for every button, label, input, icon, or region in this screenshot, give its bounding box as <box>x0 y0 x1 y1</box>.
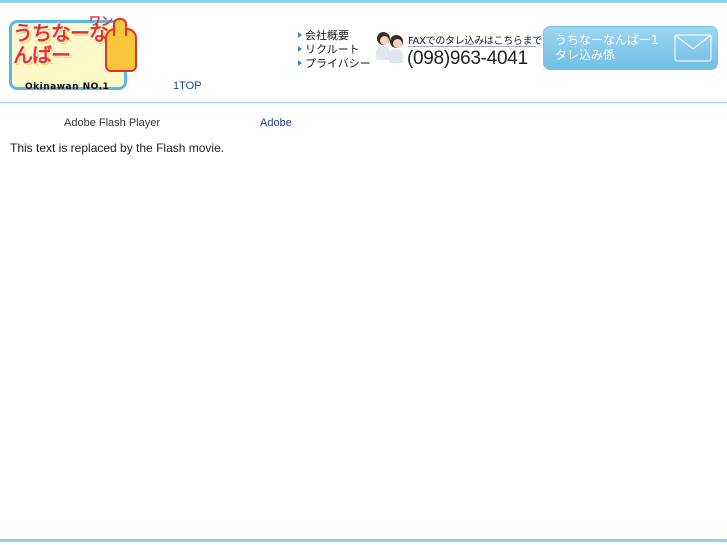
tip-submit-button[interactable]: うちなーなんばー1 タレ込み係 <box>543 26 718 70</box>
fax-contact: FAXでのタレ込みはこちらまで (098)963-4041 <box>375 30 543 72</box>
nav-item-label: プライバシー <box>305 58 371 70</box>
logo-wan-text: ワン <box>89 14 114 28</box>
site-logo[interactable]: うちなーなんばー ワン Okinawan NO.1 <box>9 8 137 94</box>
arrow-right-icon <box>298 60 302 66</box>
nav-item-recruit[interactable]: リクルート <box>298 43 371 57</box>
nav-item-privacy[interactable]: プライバシー <box>298 57 371 71</box>
fax-caption: FAXでのタレ込みはこちらまで <box>408 36 543 47</box>
nav-item-label: 会社概要 <box>305 30 349 42</box>
flash-placeholder-text: This text is replaced by the Flash movie… <box>10 141 225 155</box>
adobe-link[interactable]: Adobe <box>260 117 292 129</box>
top-border <box>0 0 727 3</box>
arrow-right-icon <box>298 32 302 38</box>
tip-submit-line1: うちなーなんばー1 <box>555 33 659 47</box>
fax-number: (098)963-4041 <box>407 48 528 69</box>
flash-player-label: Adobe Flash Player <box>64 117 160 129</box>
top-link[interactable]: 1TOP <box>173 80 202 92</box>
header-divider <box>0 102 727 103</box>
tip-submit-label: うちなーなんばー1 タレ込み係 <box>555 33 685 63</box>
bottom-border <box>0 539 727 542</box>
envelope-icon <box>674 34 712 62</box>
nav-item-label: リクルート <box>305 44 360 56</box>
tip-submit-line2: タレ込み係 <box>555 48 616 62</box>
thumbs-up-icon <box>105 18 137 72</box>
header-nav: 会社概要 リクルート プライバシー <box>298 29 371 71</box>
staff-photo <box>375 30 405 66</box>
arrow-right-icon <box>298 46 302 52</box>
divider <box>408 46 536 47</box>
logo-subtitle: Okinawan NO.1 <box>25 82 110 92</box>
nav-item-company[interactable]: 会社概要 <box>298 29 371 43</box>
